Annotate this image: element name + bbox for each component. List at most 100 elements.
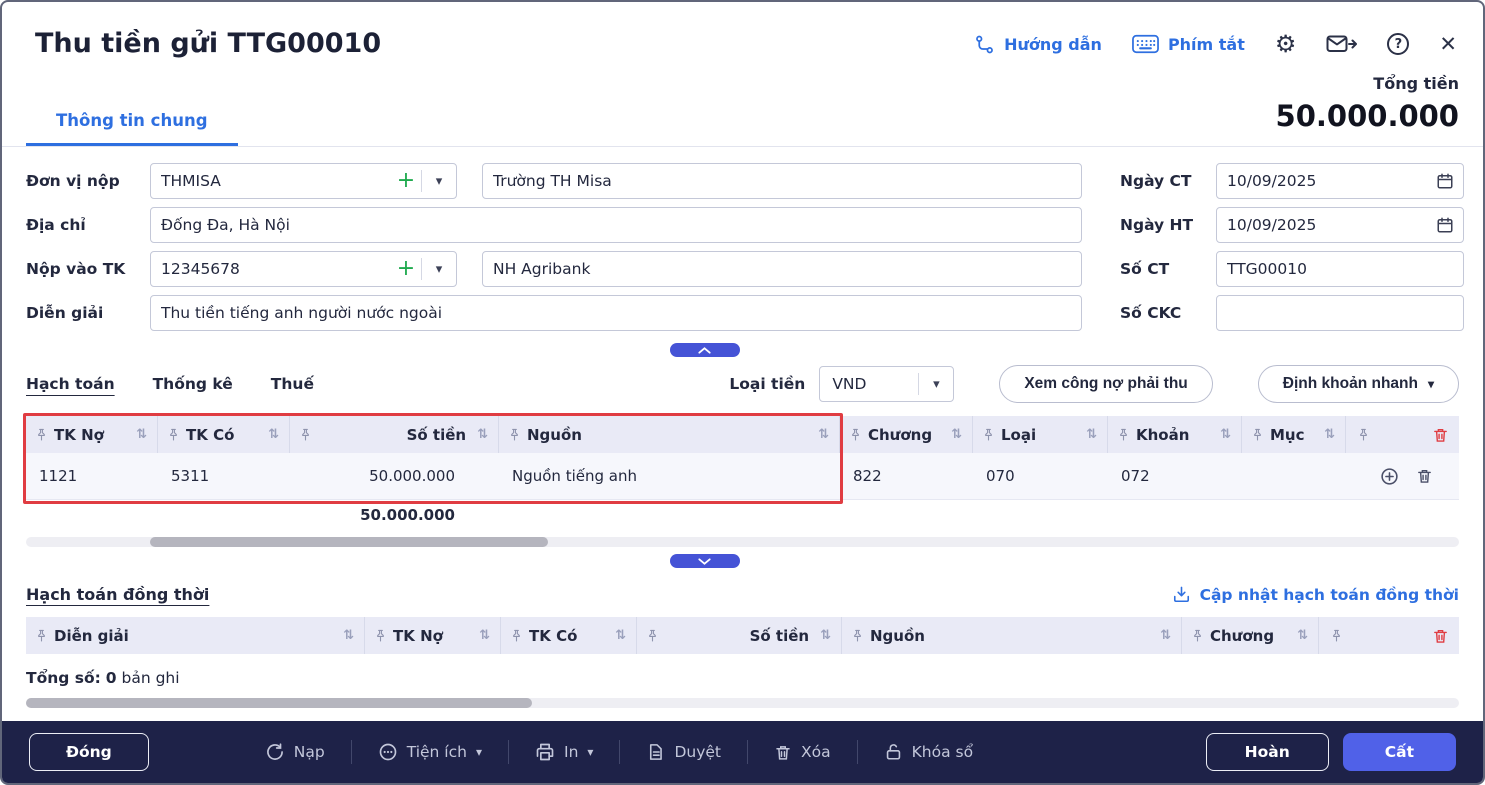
address-input[interactable] bbox=[151, 208, 1081, 242]
pin-icon[interactable] bbox=[1192, 629, 1203, 642]
cell-nguon[interactable]: Nguồn tiếng anh bbox=[499, 453, 840, 499]
column-header-tk-no[interactable]: TK Nợ ⇅ bbox=[26, 416, 158, 453]
payer-code-input[interactable] bbox=[151, 164, 391, 198]
ckc-input[interactable] bbox=[1217, 296, 1463, 330]
reload-button[interactable]: Nạp bbox=[265, 742, 325, 762]
add-account-icon[interactable]: + bbox=[391, 258, 421, 280]
add-row-icon[interactable] bbox=[1380, 467, 1399, 486]
column-header-tk-co[interactable]: TK Có ⇅ bbox=[501, 617, 637, 654]
close-icon[interactable]: ✕ bbox=[1439, 34, 1457, 55]
cell-loai[interactable]: 070 bbox=[973, 453, 1108, 499]
pin-icon[interactable] bbox=[852, 629, 863, 642]
account-dropdown-caret-icon[interactable]: ▾ bbox=[422, 252, 456, 286]
lock-button[interactable]: Khóa sổ bbox=[884, 742, 973, 762]
sort-icon[interactable]: ⇅ bbox=[1160, 628, 1171, 643]
sort-icon[interactable]: ⇅ bbox=[1086, 427, 1097, 442]
bank-name-input[interactable] bbox=[483, 252, 1081, 286]
doc-date-input[interactable] bbox=[1217, 164, 1436, 198]
feedback-mail-icon[interactable] bbox=[1326, 33, 1357, 55]
pin-icon[interactable] bbox=[1331, 629, 1342, 642]
pin-icon[interactable] bbox=[509, 428, 520, 441]
view-receivables-button[interactable]: Xem công nợ phải thu bbox=[999, 365, 1212, 403]
column-header-so-tien[interactable]: Số tiền ⇅ bbox=[637, 617, 842, 654]
column-header-loai[interactable]: Loại ⇅ bbox=[973, 416, 1108, 453]
help-icon[interactable]: ? bbox=[1387, 33, 1409, 55]
account-code-input[interactable] bbox=[151, 252, 391, 286]
payer-dropdown-caret-icon[interactable]: ▾ bbox=[422, 164, 456, 198]
sort-icon[interactable]: ⇅ bbox=[1297, 628, 1308, 643]
sort-icon[interactable]: ⇅ bbox=[136, 427, 147, 442]
sort-icon[interactable]: ⇅ bbox=[477, 427, 488, 442]
close-button[interactable]: Đóng bbox=[29, 733, 149, 771]
cell-tk-no[interactable]: 1121 bbox=[26, 453, 158, 499]
shortcuts-link[interactable]: Phím tắt bbox=[1132, 34, 1245, 54]
sort-icon[interactable]: ⇅ bbox=[820, 628, 831, 643]
column-header-muc[interactable]: Mục ⇅ bbox=[1242, 416, 1346, 453]
cell-khoan[interactable]: 072 bbox=[1108, 453, 1242, 499]
doc-date-calendar-icon[interactable] bbox=[1436, 172, 1454, 190]
save-button[interactable]: Cất bbox=[1343, 733, 1456, 771]
hscrollbar-thumb[interactable] bbox=[26, 698, 532, 708]
column-header-chuong[interactable]: Chương ⇅ bbox=[1182, 617, 1319, 654]
tab-tax[interactable]: Thuế bbox=[271, 375, 314, 393]
concurrent-title-link[interactable]: Hạch toán đồng thời bbox=[26, 585, 209, 604]
cell-tk-co[interactable]: 5311 bbox=[158, 453, 290, 499]
tab-statistics[interactable]: Thống kê bbox=[153, 375, 233, 393]
column-header-chuong[interactable]: Chương ⇅ bbox=[840, 416, 973, 453]
post-date-calendar-icon[interactable] bbox=[1436, 216, 1454, 234]
expand-section-button[interactable] bbox=[670, 554, 740, 568]
payer-name-input[interactable] bbox=[483, 164, 1081, 198]
pin-icon[interactable] bbox=[850, 428, 861, 441]
pin-icon[interactable] bbox=[375, 629, 386, 642]
pin-icon[interactable] bbox=[1118, 428, 1129, 441]
sort-icon[interactable]: ⇅ bbox=[268, 427, 279, 442]
cell-muc[interactable] bbox=[1242, 453, 1346, 499]
sort-icon[interactable]: ⇅ bbox=[615, 628, 626, 643]
pin-icon[interactable] bbox=[300, 428, 311, 441]
collapse-form-button[interactable] bbox=[670, 343, 740, 357]
quick-entry-button[interactable]: Định khoản nhanh ▾ bbox=[1258, 365, 1459, 403]
description-input[interactable] bbox=[151, 296, 1081, 330]
add-payer-icon[interactable]: + bbox=[391, 170, 421, 192]
delete-all-rows-icon[interactable] bbox=[1432, 426, 1449, 444]
sort-icon[interactable]: ⇅ bbox=[1220, 427, 1231, 442]
column-header-nguon[interactable]: Nguồn ⇅ bbox=[842, 617, 1182, 654]
pin-icon[interactable] bbox=[511, 629, 522, 642]
tab-general-info[interactable]: Thông tin chung bbox=[26, 111, 238, 146]
hscrollbar-thumb[interactable] bbox=[150, 537, 548, 547]
delete-all-rows-icon[interactable] bbox=[1432, 627, 1449, 645]
column-header-tk-co[interactable]: TK Có ⇅ bbox=[158, 416, 290, 453]
sort-icon[interactable]: ⇅ bbox=[343, 628, 354, 643]
pin-icon[interactable] bbox=[983, 428, 994, 441]
cell-so-tien[interactable]: 50.000.000 bbox=[290, 453, 499, 499]
cell-chuong[interactable]: 822 bbox=[840, 453, 973, 499]
currency-select[interactable]: VND ▾ bbox=[819, 366, 954, 402]
pin-icon[interactable] bbox=[36, 629, 47, 642]
delete-button[interactable]: Xóa bbox=[774, 743, 831, 762]
sort-icon[interactable]: ⇅ bbox=[1324, 427, 1335, 442]
column-header-khoan[interactable]: Khoản ⇅ bbox=[1108, 416, 1242, 453]
column-header-so-tien[interactable]: Số tiền ⇅ bbox=[290, 416, 499, 453]
pin-icon[interactable] bbox=[647, 629, 658, 642]
update-concurrent-link[interactable]: Cập nhật hạch toán đồng thời bbox=[1172, 585, 1459, 604]
pin-icon[interactable] bbox=[168, 428, 179, 441]
pin-icon[interactable] bbox=[36, 428, 47, 441]
print-button[interactable]: In ▾ bbox=[535, 742, 593, 762]
settings-gear-icon[interactable]: ⚙ bbox=[1275, 32, 1297, 56]
delete-row-icon[interactable] bbox=[1416, 467, 1433, 485]
column-header-nguon[interactable]: Nguồn ⇅ bbox=[499, 416, 840, 453]
utilities-button[interactable]: Tiện ích ▾ bbox=[378, 742, 482, 762]
tab-accounting[interactable]: Hạch toán bbox=[26, 375, 115, 393]
doc-no-input[interactable] bbox=[1217, 252, 1463, 286]
sort-icon[interactable]: ⇅ bbox=[951, 427, 962, 442]
guide-link[interactable]: Hướng dẫn bbox=[974, 34, 1102, 55]
approve-button[interactable]: Duyệt bbox=[646, 742, 721, 762]
column-header-tk-no[interactable]: TK Nợ ⇅ bbox=[365, 617, 501, 654]
sort-icon[interactable]: ⇅ bbox=[479, 628, 490, 643]
pin-icon[interactable] bbox=[1252, 428, 1263, 441]
undo-button[interactable]: Hoàn bbox=[1206, 733, 1329, 771]
post-date-input[interactable] bbox=[1217, 208, 1436, 242]
pin-icon[interactable] bbox=[1358, 428, 1369, 441]
column-header-dien-giai[interactable]: Diễn giải ⇅ bbox=[26, 617, 365, 654]
sort-icon[interactable]: ⇅ bbox=[818, 427, 829, 442]
